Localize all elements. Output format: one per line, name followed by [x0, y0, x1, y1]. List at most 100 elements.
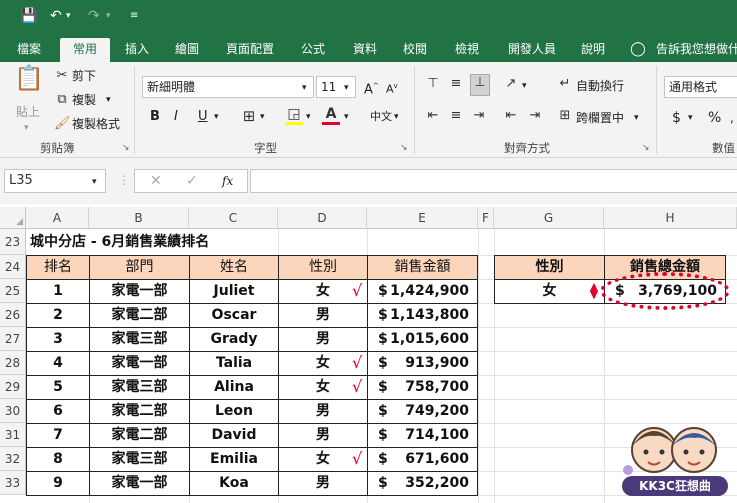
- merge-center-button[interactable]: 跨欄置中: [576, 110, 624, 126]
- cell-amount[interactable]: $1,015,600: [367, 327, 478, 352]
- orientation-icon[interactable]: ↗: [502, 76, 520, 92]
- redo-dropdown-icon[interactable]: ▾: [106, 7, 111, 25]
- cancel-icon[interactable]: ✕: [150, 173, 162, 189]
- align-bottom-icon[interactable]: ⊥: [470, 74, 490, 96]
- alignment-launcher-icon[interactable]: ↘: [642, 143, 650, 153]
- cell-amount[interactable]: $749,200: [367, 399, 478, 424]
- tab-file[interactable]: 檔案: [10, 38, 48, 62]
- tab-data[interactable]: 資料: [346, 38, 384, 62]
- tab-developer[interactable]: 開發人員: [500, 38, 564, 62]
- border-dropdown-icon[interactable]: ▾: [260, 109, 265, 125]
- percent-button[interactable]: %: [708, 110, 721, 126]
- cell-amount[interactable]: $758,700: [367, 375, 478, 400]
- customize-qat-icon[interactable]: ≡: [130, 7, 138, 25]
- cell-name[interactable]: Grady: [189, 327, 279, 352]
- font-color-dropdown-icon[interactable]: ▾: [344, 109, 349, 125]
- border-icon[interactable]: ⊞: [240, 108, 258, 124]
- column-header-c[interactable]: C: [189, 207, 278, 229]
- tab-insert[interactable]: 插入: [118, 38, 156, 62]
- font-color-icon[interactable]: A: [322, 106, 340, 125]
- cell-dept[interactable]: 家電三部: [89, 375, 190, 400]
- undo-dropdown-icon[interactable]: ▾: [66, 7, 71, 25]
- cell-amount[interactable]: $913,900: [367, 351, 478, 376]
- align-left-icon[interactable]: ⇤: [424, 108, 442, 124]
- decrease-indent-icon[interactable]: ⇤: [502, 108, 520, 124]
- cell-gender[interactable]: 男: [278, 423, 368, 448]
- tab-draw[interactable]: 繪圖: [168, 38, 206, 62]
- cell-dept[interactable]: 家電三部: [89, 327, 190, 352]
- phonetic-dropdown-icon[interactable]: ▾: [394, 109, 399, 125]
- cell-rank[interactable]: 6: [26, 399, 90, 424]
- merge-dropdown-icon[interactable]: ▾: [634, 110, 639, 126]
- column-header-g[interactable]: G: [494, 207, 604, 229]
- select-all-corner[interactable]: ◢: [0, 207, 26, 229]
- fill-color-icon[interactable]: ◲: [285, 106, 303, 125]
- italic-button[interactable]: I: [174, 109, 178, 125]
- decrease-font-icon[interactable]: Av: [386, 78, 398, 98]
- undo-icon[interactable]: ↶: [50, 7, 62, 25]
- cell-name[interactable]: Emilia: [189, 447, 279, 472]
- number-format-select[interactable]: 通用格式: [664, 76, 737, 98]
- wrap-text-icon[interactable]: ↵: [556, 76, 574, 92]
- increase-indent-icon[interactable]: ⇥: [526, 108, 544, 124]
- row-header-31[interactable]: 31: [0, 423, 26, 447]
- save-icon[interactable]: 💾: [20, 7, 37, 25]
- currency-dropdown-icon[interactable]: ▾: [688, 110, 693, 126]
- currency-button[interactable]: $: [672, 110, 681, 126]
- tab-formulas[interactable]: 公式: [294, 38, 332, 62]
- cell-rank[interactable]: 9: [26, 471, 90, 496]
- wrap-text-button[interactable]: 自動換行: [576, 78, 624, 94]
- cell-dept[interactable]: 家電二部: [89, 423, 190, 448]
- font-size-select[interactable]: 11: [316, 76, 356, 98]
- column-header-d[interactable]: D: [278, 207, 367, 229]
- cell-rank[interactable]: 4: [26, 351, 90, 376]
- redo-icon[interactable]: ↷: [88, 7, 100, 25]
- column-header-a[interactable]: A: [26, 207, 89, 229]
- underline-dropdown-icon[interactable]: ▾: [214, 109, 219, 125]
- cell-gender[interactable]: 男: [278, 471, 368, 496]
- bold-button[interactable]: B: [150, 109, 160, 125]
- copy-dropdown-icon[interactable]: ▾: [106, 92, 111, 108]
- tab-home[interactable]: 常用: [60, 38, 110, 62]
- cell-name[interactable]: Leon: [189, 399, 279, 424]
- column-header-f[interactable]: F: [478, 207, 494, 229]
- format-painter-icon[interactable]: 🖌: [54, 116, 71, 132]
- tab-review[interactable]: 校閱: [396, 38, 434, 62]
- cell-name[interactable]: Alina: [189, 375, 279, 400]
- merge-center-icon[interactable]: ⊞: [556, 108, 574, 124]
- comma-button[interactable]: ,: [730, 110, 734, 126]
- row-header-26[interactable]: 26: [0, 303, 26, 327]
- align-middle-icon[interactable]: ≡: [447, 76, 465, 92]
- cell-dept[interactable]: 家電二部: [89, 399, 190, 424]
- row-header-29[interactable]: 29: [0, 375, 26, 399]
- table-header-name[interactable]: 姓名: [189, 255, 279, 280]
- align-right-icon[interactable]: ⇥: [470, 108, 488, 124]
- cell-name[interactable]: Oscar: [189, 303, 279, 328]
- cell-amount[interactable]: $671,600: [367, 447, 478, 472]
- tab-help[interactable]: 說明: [574, 38, 612, 62]
- font-size-dropdown-icon[interactable]: ▾: [344, 80, 349, 96]
- cell-amount[interactable]: $352,200: [367, 471, 478, 496]
- cell-name[interactable]: Koa: [189, 471, 279, 496]
- underline-button[interactable]: U: [198, 109, 208, 125]
- tell-me-search[interactable]: 告訴我您想做什: [656, 38, 737, 62]
- cell-rank[interactable]: 8: [26, 447, 90, 472]
- row-header-23[interactable]: 23: [0, 229, 26, 255]
- copy-button[interactable]: 複製: [72, 92, 96, 108]
- formula-input[interactable]: [250, 169, 737, 193]
- paste-dropdown-icon[interactable]: ▾: [24, 120, 29, 136]
- paste-button[interactable]: 貼上: [16, 104, 40, 120]
- orientation-dropdown-icon[interactable]: ▾: [522, 78, 527, 94]
- row-header-33[interactable]: 33: [0, 471, 26, 495]
- name-box-dropdown-icon[interactable]: ▾: [92, 174, 97, 190]
- enter-icon[interactable]: ✓: [186, 173, 198, 189]
- cell-name[interactable]: Talia: [189, 351, 279, 376]
- format-painter-button[interactable]: 複製格式: [72, 116, 120, 132]
- cell-dept[interactable]: 家電一部: [89, 471, 190, 496]
- cell-rank[interactable]: 3: [26, 327, 90, 352]
- summary-header-gender[interactable]: 性別: [494, 255, 605, 280]
- cell-dept[interactable]: 家電一部: [89, 351, 190, 376]
- cell-name[interactable]: David: [189, 423, 279, 448]
- name-box[interactable]: L35: [4, 169, 106, 193]
- tab-view[interactable]: 檢視: [448, 38, 486, 62]
